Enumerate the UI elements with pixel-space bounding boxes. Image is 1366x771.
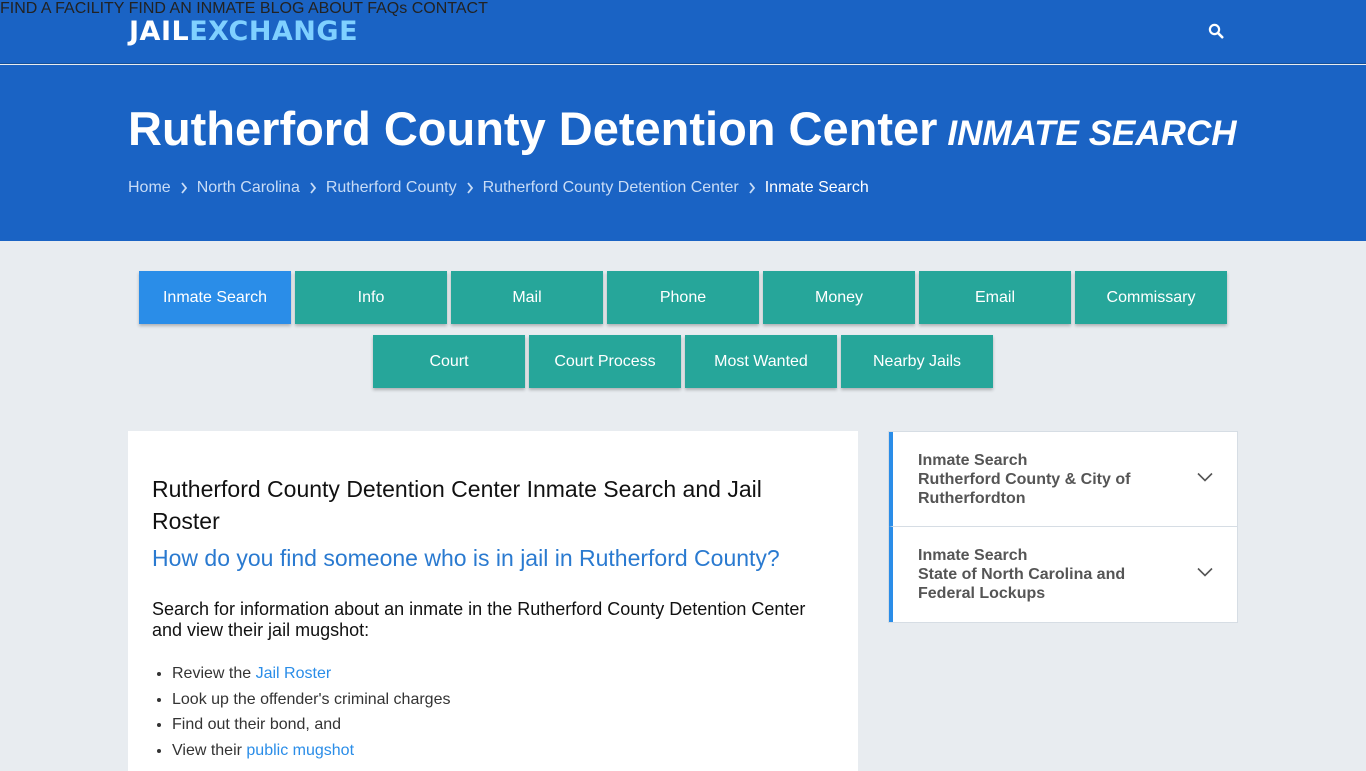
- nav-blog[interactable]: BLOG: [260, 0, 304, 17]
- nav-find-facility[interactable]: FIND A FACILITY: [0, 0, 124, 17]
- breadcrumb-current: Inmate Search: [764, 179, 869, 196]
- tab-money[interactable]: Money: [763, 271, 915, 324]
- tab-mail[interactable]: Mail: [451, 271, 603, 324]
- list-item-text: Review the: [172, 665, 256, 682]
- tab-phone[interactable]: Phone: [607, 271, 759, 324]
- tab-nearby-jails[interactable]: Nearby Jails: [841, 335, 993, 388]
- tab-commissary[interactable]: Commissary: [1075, 271, 1227, 324]
- tab-court[interactable]: Court: [373, 335, 525, 388]
- list-item-text: View their: [172, 741, 247, 759]
- list-item-text: Look up the offender's criminal charges: [172, 690, 451, 708]
- content-lead: Search for information about an inmate i…: [152, 599, 806, 640]
- breadcrumb-county[interactable]: Rutherford County: [326, 179, 457, 197]
- page-title: Rutherford County Detention Center INMATE…: [128, 103, 1237, 160]
- info-list: Review the Jail Roster Look up the offen…: [172, 661, 450, 763]
- accordion-item-state[interactable]: Inmate Search State of North Carolina an…: [889, 527, 1237, 622]
- breadcrumb-facility[interactable]: Rutherford County Detention Center: [483, 179, 739, 197]
- logo-part-jail: JAIL: [129, 16, 190, 47]
- chevron-down-icon[interactable]: [1197, 472, 1213, 482]
- main-content-card: Rutherford County Detention Center Inmat…: [128, 431, 858, 771]
- sidebar-accordion: Inmate Search Rutherford County & City o…: [888, 431, 1238, 623]
- page-title-main: Rutherford County Detention Center: [128, 102, 938, 155]
- page-title-subtitle: INMATE SEARCH: [947, 114, 1237, 153]
- content-question: How do you find someone who is in jail i…: [152, 545, 780, 571]
- chevron-right-icon: [310, 182, 316, 194]
- tab-most-wanted[interactable]: Most Wanted: [685, 335, 837, 388]
- tab-email[interactable]: Email: [919, 271, 1071, 324]
- accordion-item-county[interactable]: Inmate Search Rutherford County & City o…: [889, 432, 1237, 527]
- accordion-title: Inmate Search: [918, 452, 1028, 469]
- list-item: Review the Jail Roster: [172, 661, 450, 687]
- list-item: Find out their bond, and: [172, 712, 450, 738]
- nav-contact[interactable]: CONTACT: [412, 0, 488, 17]
- nav-faqs[interactable]: FAQs: [367, 0, 407, 17]
- tab-info[interactable]: Info: [295, 271, 447, 324]
- site-logo[interactable]: JAILEXCHANGE: [129, 16, 358, 48]
- list-item: View their public mugshot: [172, 738, 450, 764]
- page-hero: Rutherford County Detention Center INMATE…: [0, 65, 1366, 241]
- accordion-title: Inmate Search: [918, 547, 1028, 564]
- public-mugshot-link[interactable]: public mugshot: [246, 742, 354, 759]
- logo-part-exchange: EXCHANGE: [189, 16, 359, 47]
- accordion-subtitle: Rutherford County & City of Rutherfordto…: [918, 471, 1131, 507]
- list-item: Look up the offender's criminal charges: [172, 687, 450, 713]
- breadcrumb: Home North Carolina Rutherford County Ru…: [128, 179, 869, 197]
- search-icon[interactable]: [1208, 23, 1224, 39]
- list-item-text: Find out their bond, and: [172, 716, 342, 733]
- chevron-right-icon: [180, 182, 187, 194]
- chevron-down-icon[interactable]: [1197, 567, 1213, 577]
- breadcrumb-state[interactable]: North Carolina: [197, 179, 300, 197]
- breadcrumb-home[interactable]: Home: [128, 179, 171, 197]
- tab-inmate-search[interactable]: Inmate Search: [139, 271, 291, 324]
- chevron-right-icon: [749, 182, 755, 194]
- nav-about[interactable]: ABOUT: [308, 0, 363, 17]
- nav-find-inmate[interactable]: FIND AN INMATE: [129, 0, 256, 17]
- top-navbar: JAILEXCHANGE FIND A FACILITY FIND AN INM…: [0, 0, 1366, 64]
- tab-court-process[interactable]: Court Process: [529, 335, 681, 388]
- jail-roster-link[interactable]: Jail Roster: [256, 665, 332, 682]
- accordion-subtitle: State of North Carolina and Federal Lock…: [918, 566, 1126, 602]
- content-heading: Rutherford County Detention Center Inmat…: [152, 476, 762, 534]
- chevron-right-icon: [466, 182, 473, 194]
